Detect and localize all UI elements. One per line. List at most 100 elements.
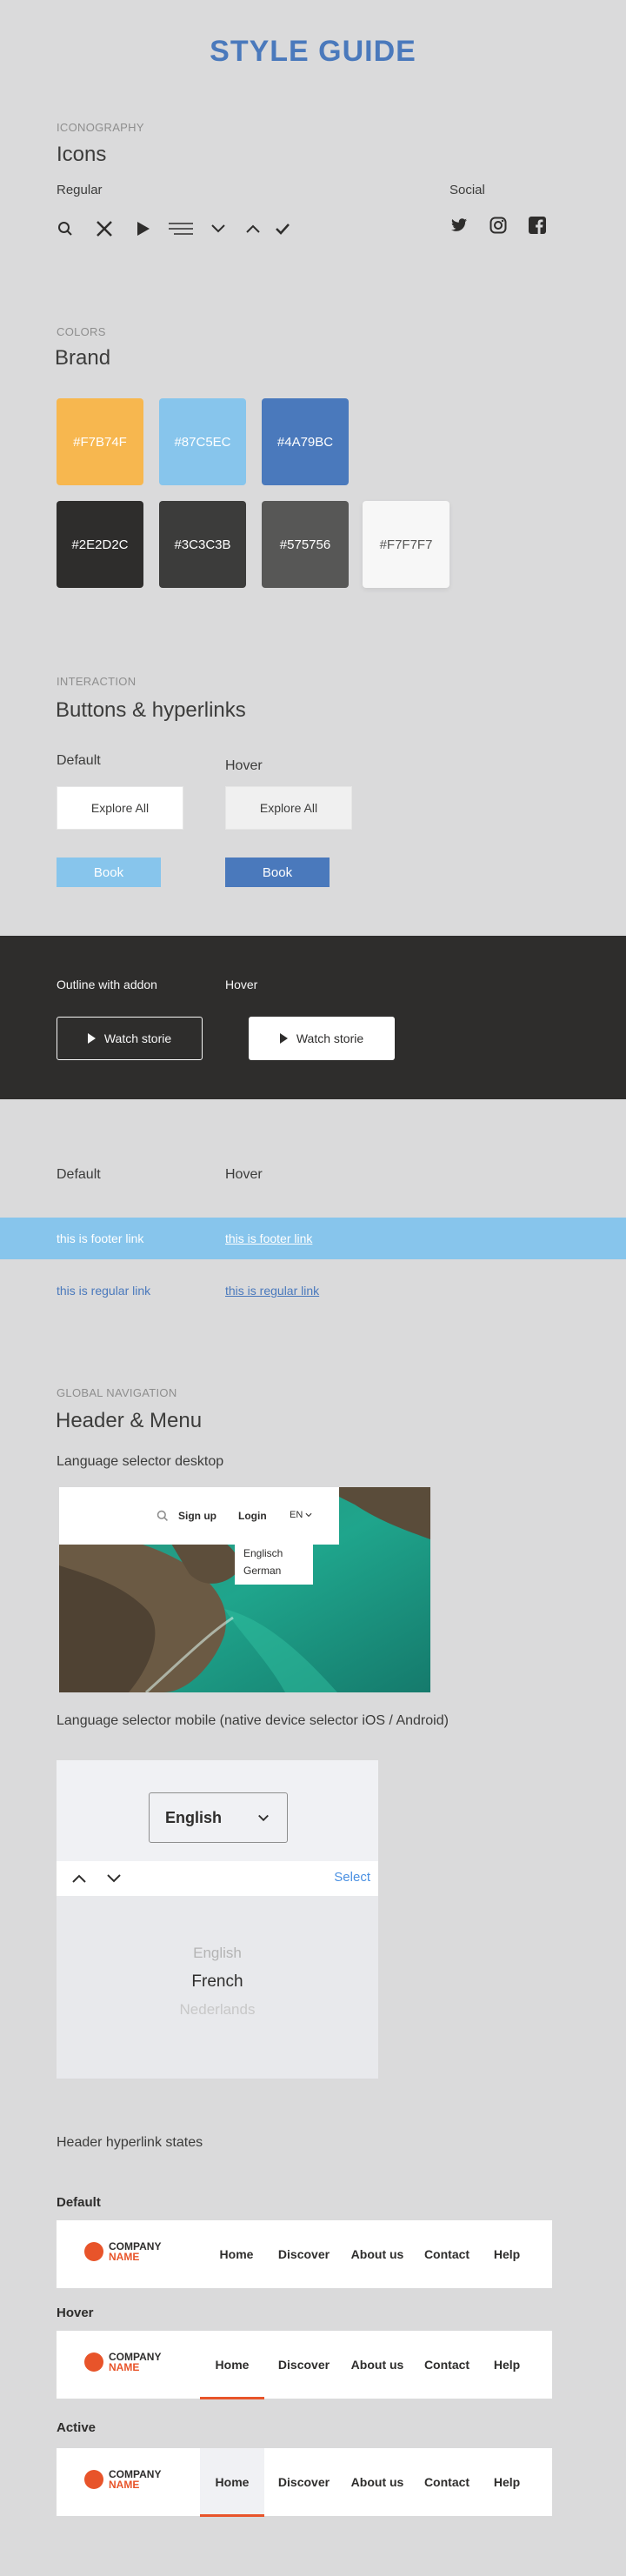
explore-all-button[interactable]: Explore All	[57, 786, 183, 830]
header-menu-heading: Header & Menu	[56, 1409, 203, 1432]
swatch-charcoal: #2E2D2C	[57, 501, 143, 588]
chevron-down-icon[interactable]	[104, 1869, 123, 1888]
regular-link[interactable]: this is regular link	[57, 1284, 150, 1298]
nav-home-label: Home	[215, 2475, 250, 2489]
watch-story-button[interactable]: Watch storie	[57, 1017, 203, 1060]
chevron-down-icon[interactable]	[209, 219, 228, 238]
hover-label: Hover	[225, 758, 263, 773]
nav-help[interactable]: Help	[483, 2331, 531, 2399]
mobile-selector-label: Language selector mobile (native device …	[57, 1713, 449, 1728]
nav-contact[interactable]: Contact	[418, 2331, 476, 2399]
play-icon[interactable]	[134, 219, 153, 238]
watch-story-button-hover[interactable]: Watch storie	[249, 1017, 395, 1060]
picker-option[interactable]: Nederlands	[57, 2001, 378, 2019]
facebook-icon[interactable]	[528, 216, 547, 235]
regular-label: Regular	[57, 183, 103, 197]
chevron-down-icon	[258, 1814, 269, 1821]
picker-option[interactable]: English	[57, 1945, 378, 1962]
icons-heading: Icons	[57, 143, 107, 166]
links-default-label: Default	[57, 1167, 101, 1182]
nav-about-us[interactable]: About us	[343, 2220, 411, 2288]
watch-story-label: Watch storie	[103, 1031, 172, 1045]
header-states-label: Header hyperlink states	[57, 2135, 203, 2150]
state-active-label: Active	[57, 2420, 97, 2435]
brand-heading: Brand	[55, 346, 111, 370]
state-hover-label: Hover	[57, 2306, 94, 2320]
logo-mark	[84, 2242, 103, 2261]
logo-line2: NAME	[109, 2251, 140, 2263]
header-active: COMPANY NAME Home Discover About us Conta…	[57, 2448, 552, 2517]
active-underline	[200, 2514, 264, 2517]
links-hover-label: Hover	[225, 1167, 263, 1182]
header-default: COMPANY NAME Home Discover About us Conta…	[57, 2220, 552, 2288]
state-default-label: Default	[57, 2195, 101, 2210]
login-link[interactable]: Login	[238, 1510, 267, 1522]
company-logo[interactable]: COMPANY NAME	[84, 2469, 161, 2490]
language-dropdown: Englisch German	[235, 1545, 313, 1585]
swatch-gray: #575756	[262, 501, 349, 588]
language-option[interactable]: German	[243, 1562, 304, 1579]
language-code: EN	[290, 1510, 303, 1520]
selected-language: English	[165, 1808, 223, 1826]
swatch-light-blue: #87C5EC	[159, 398, 246, 485]
nav-help[interactable]: Help	[483, 2220, 531, 2288]
swatch-blue: #4A79BC	[262, 398, 349, 485]
nav-home[interactable]: Home	[209, 2220, 264, 2288]
social-label: Social	[450, 183, 485, 197]
navigation-overline: GLOBAL NAVIGATION	[57, 1386, 177, 1399]
nav-home-hover[interactable]: Home	[200, 2331, 264, 2399]
language-option[interactable]: Englisch	[243, 1545, 304, 1562]
signup-link[interactable]: Sign up	[178, 1510, 216, 1522]
book-button-hover[interactable]: Book	[225, 858, 330, 887]
logo-line2: NAME	[109, 2361, 140, 2373]
nav-discover[interactable]: Discover	[271, 2331, 336, 2399]
nav-contact[interactable]: Contact	[418, 2448, 476, 2516]
explore-all-button-hover[interactable]: Explore All	[225, 786, 352, 830]
company-logo[interactable]: COMPANY NAME	[84, 2241, 161, 2262]
check-icon[interactable]	[273, 219, 292, 238]
colors-overline: COLORS	[57, 325, 106, 338]
language-select[interactable]: English	[149, 1792, 288, 1843]
nav-help[interactable]: Help	[483, 2448, 531, 2516]
swatch-yellow: #F7B74F	[57, 398, 143, 485]
logo-mark	[84, 2470, 103, 2489]
book-button[interactable]: Book	[57, 858, 161, 887]
nav-about-us[interactable]: About us	[343, 2448, 411, 2516]
play-icon	[279, 1033, 288, 1044]
buttons-heading: Buttons & hyperlinks	[56, 698, 246, 722]
footer-link[interactable]: this is footer link	[57, 1231, 143, 1245]
language-toggle[interactable]: EN	[290, 1510, 312, 1520]
chevron-up-icon[interactable]	[70, 1869, 89, 1888]
outline-default-label: Outline with addon	[57, 978, 157, 991]
picker-select-button[interactable]: Select	[318, 1870, 370, 1885]
logo-mark	[84, 2352, 103, 2372]
interaction-overline: INTERACTION	[57, 675, 137, 688]
play-icon	[87, 1033, 96, 1044]
search-icon[interactable]	[56, 219, 75, 238]
company-logo[interactable]: COMPANY NAME	[84, 2352, 161, 2372]
hover-underline	[200, 2397, 264, 2399]
picker-option-selected[interactable]: French	[57, 1972, 378, 1992]
desktop-selector-label: Language selector desktop	[57, 1454, 224, 1469]
chevron-down-icon	[305, 1512, 312, 1518]
nav-discover[interactable]: Discover	[271, 2448, 336, 2516]
nav-about-us[interactable]: About us	[343, 2331, 411, 2399]
nav-home-label: Home	[215, 2358, 250, 2372]
twitter-icon[interactable]	[450, 216, 469, 235]
instagram-icon[interactable]	[489, 216, 508, 235]
chevron-up-icon[interactable]	[243, 219, 263, 238]
default-label: Default	[57, 753, 101, 768]
footer-link-hover[interactable]: this is footer link	[225, 1231, 312, 1245]
close-icon[interactable]	[95, 219, 114, 238]
menu-icon[interactable]	[169, 219, 193, 238]
nav-contact[interactable]: Contact	[418, 2220, 476, 2288]
iconography-overline: ICONOGRAPHY	[57, 121, 144, 134]
watch-story-label: Watch storie	[296, 1031, 364, 1045]
nav-home-active[interactable]: Home	[200, 2448, 264, 2517]
regular-link-hover[interactable]: this is regular link	[225, 1284, 319, 1298]
nav-discover[interactable]: Discover	[271, 2220, 336, 2288]
search-icon[interactable]	[153, 1506, 172, 1525]
header-hover: COMPANY NAME Home Discover About us Conta…	[57, 2331, 552, 2399]
outline-hover-label: Hover	[225, 978, 258, 991]
swatch-dark-gray: #3C3C3B	[159, 501, 246, 588]
